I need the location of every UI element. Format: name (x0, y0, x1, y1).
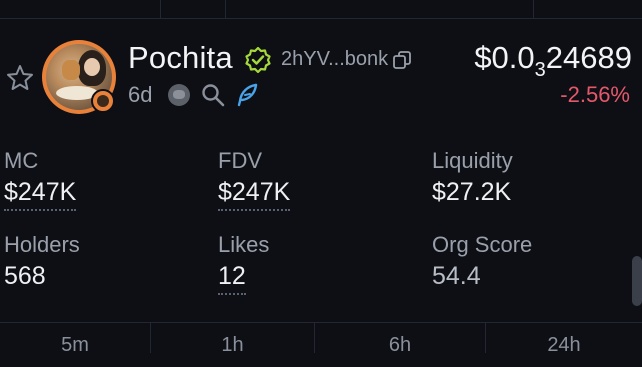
token-price: $0.0324689 (474, 40, 632, 81)
token-age: 6d (128, 82, 153, 107)
stat-holders: Holders 568 (4, 232, 80, 293)
price-digits: 24689 (545, 40, 632, 75)
stat-label: MC (4, 148, 39, 173)
timeframe-tabs: 5m 1h 6h 24h (0, 323, 642, 356)
tab-5m[interactable]: 5m (0, 323, 150, 356)
tab-24h[interactable]: 24h (486, 323, 642, 356)
token-address[interactable]: 2hYV...bonk (281, 48, 388, 71)
stat-likes: Likes 12 (218, 232, 269, 295)
price-prefix: $0.0 (474, 40, 535, 75)
stat-value[interactable]: $247K (218, 178, 291, 211)
stat-org-score: Org Score 54.4 (432, 232, 532, 293)
stat-label: Likes (218, 232, 270, 257)
stat-value: 54.4 (432, 262, 481, 290)
stat-liquidity: Liquidity $27.2K (432, 148, 513, 209)
coin-icon[interactable] (168, 84, 190, 106)
star-icon[interactable] (4, 62, 36, 94)
tab-1h[interactable]: 1h (151, 323, 314, 356)
stat-value[interactable]: $247K (4, 178, 77, 211)
stat-label: FDV (218, 148, 262, 173)
search-icon[interactable] (200, 82, 226, 108)
launchpad-badge-icon (91, 89, 115, 113)
divider (160, 0, 161, 18)
copy-icon[interactable] (392, 50, 412, 70)
stat-mc: MC $247K (4, 148, 77, 211)
top-border-strip (0, 0, 642, 19)
price-zero-count: 3 (534, 59, 546, 81)
stat-label: Liquidity (432, 148, 513, 173)
scrollbar[interactable] (632, 256, 642, 306)
token-name: Pochita (128, 40, 233, 75)
stat-label: Holders (4, 232, 80, 257)
verified-icon (245, 46, 271, 74)
tab-6h[interactable]: 6h (315, 323, 485, 356)
stat-value[interactable]: 12 (218, 262, 246, 295)
token-avatar (42, 40, 116, 114)
divider (225, 0, 226, 18)
feather-icon[interactable] (234, 82, 260, 108)
stat-value: 568 (4, 262, 46, 290)
stat-fdv: FDV $247K (218, 148, 291, 211)
stat-label: Org Score (432, 232, 533, 257)
divider (533, 0, 534, 18)
price-change: -2.56% (560, 82, 630, 107)
stat-value: $27.2K (432, 178, 512, 206)
